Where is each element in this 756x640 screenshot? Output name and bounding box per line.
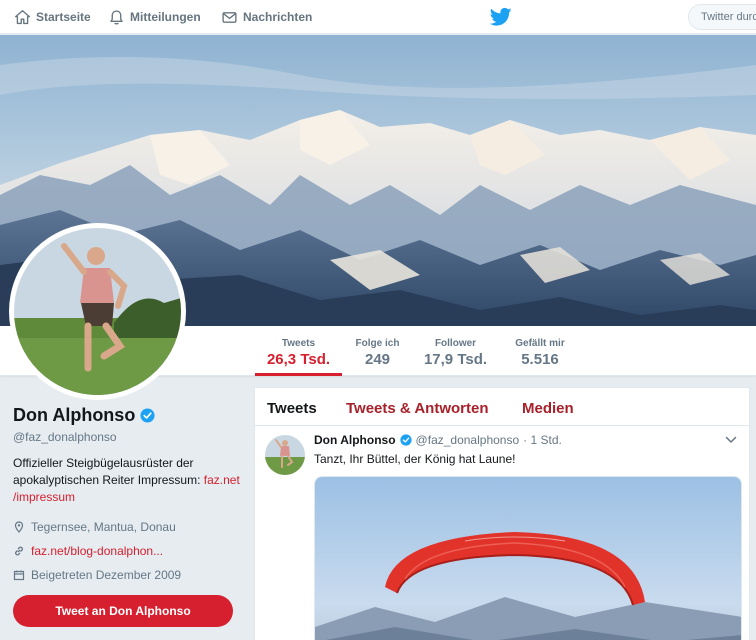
profile-website: faz.net/blog-donalphon... <box>13 543 243 559</box>
stat-likes[interactable]: Gefällt mir 5.516 <box>505 326 575 376</box>
stat-following[interactable]: Folge ich 249 <box>350 326 405 376</box>
stat-likes-value: 5.516 <box>521 351 559 368</box>
profile-location: Tegernsee, Mantua, Donau <box>13 519 243 535</box>
tab-tweets-and-replies[interactable]: Tweets & Antworten <box>346 400 489 417</box>
nav-messages-label: Nachrichten <box>243 10 313 24</box>
timeline-tabs: Tweets Tweets & Antworten Medien <box>255 388 749 426</box>
stat-tweets-label: Tweets <box>281 338 316 349</box>
stat-following-label: Folge ich <box>355 338 400 349</box>
tweet-to-button[interactable]: Tweet an Don Alphonso <box>13 595 233 627</box>
stat-likes-label: Gefällt mir <box>515 338 565 349</box>
bell-icon <box>110 9 123 25</box>
profile-card: Don Alphonso @faz_donalphonso Offizielle… <box>13 405 243 583</box>
profile-bio-link-path[interactable]: /impressum <box>13 490 75 504</box>
tweet-author-name[interactable]: Don Alphonso <box>314 433 396 447</box>
calendar-icon <box>13 570 25 581</box>
stat-tweets-value: 26,3 Tsd. <box>266 351 331 368</box>
stat-followers[interactable]: Follower 17,9 Tsd. <box>418 326 493 376</box>
tweet-author-handle[interactable]: @faz_donalphonso <box>416 433 520 447</box>
stat-following-value: 249 <box>364 351 391 368</box>
profile-location-text: Tegernsee, Mantua, Donau <box>31 520 176 534</box>
verified-badge-icon <box>140 408 155 423</box>
tweet-timestamp[interactable]: · 1 Std. <box>523 433 562 447</box>
twitter-bird-icon[interactable] <box>490 7 512 27</box>
profile-avatar[interactable] <box>9 223 186 400</box>
profile-joined: Beigetreten Dezember 2009 <box>13 567 243 583</box>
verified-badge-icon <box>399 434 412 446</box>
stat-tweets[interactable]: Tweets 26,3 Tsd. <box>255 326 342 376</box>
envelope-icon <box>222 11 237 23</box>
profile-website-link[interactable]: faz.net/blog-donalphon... <box>31 544 163 558</box>
location-pin-icon <box>14 521 24 533</box>
tweet-header: Don Alphonso @faz_donalphonso · 1 Std. <box>314 433 562 447</box>
top-navigation-bar: Startseite Mitteilungen Nachrichten <box>0 0 756 34</box>
profile-name[interactable]: Don Alphonso <box>13 405 135 426</box>
timeline-panel: Tweets Tweets & Antworten Medien Don Alp… <box>254 387 750 640</box>
tweet-avatar[interactable] <box>265 435 305 475</box>
home-icon <box>15 9 30 24</box>
link-icon <box>15 546 23 556</box>
profile-bio: Offizieller Steigbügelausrüster der apok… <box>13 455 243 506</box>
chevron-down-icon[interactable] <box>725 435 737 445</box>
profile-handle[interactable]: @faz_donalphonso <box>13 430 243 444</box>
nav-notifications-label: Mitteilungen <box>130 10 201 24</box>
stat-followers-value: 17,9 Tsd. <box>423 351 488 368</box>
stat-followers-label: Follower <box>434 338 477 349</box>
tweet-text: Tanzt, Ihr Büttel, der König hat Laune! <box>314 452 516 466</box>
profile-bio-text: Offizieller Steigbügelausrüster der apok… <box>13 456 204 487</box>
tweet-item[interactable]: Don Alphonso @faz_donalphonso · 1 Std. T… <box>255 426 749 640</box>
search-input[interactable] <box>688 4 756 30</box>
tab-media[interactable]: Medien <box>522 400 574 417</box>
nav-home-label: Startseite <box>36 10 91 24</box>
profile-joined-text: Beigetreten Dezember 2009 <box>31 568 182 582</box>
tweet-media-image[interactable] <box>314 476 742 640</box>
nav-notifications[interactable]: Mitteilungen <box>108 0 201 34</box>
nav-home[interactable]: Startseite <box>14 0 91 34</box>
profile-bio-link[interactable]: faz.net <box>204 473 240 487</box>
nav-messages[interactable]: Nachrichten <box>221 0 312 34</box>
tab-tweets[interactable]: Tweets <box>267 400 317 417</box>
